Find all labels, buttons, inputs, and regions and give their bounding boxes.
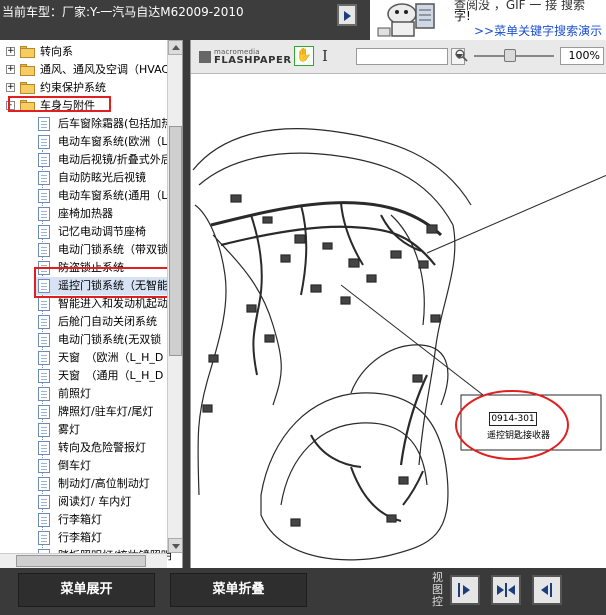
ad-link[interactable]: >>菜单关键字搜索演示 — [474, 22, 602, 39]
menu-collapse-button[interactable]: 菜单折叠 — [170, 573, 307, 607]
tree-item-label: 天窗 （通用（L_H_D — [58, 369, 164, 382]
document-icon — [38, 225, 50, 239]
tree-horizontal-scrollbar[interactable] — [0, 553, 167, 568]
document-icon — [38, 153, 50, 167]
arrow-left-icon — [541, 585, 548, 595]
document-icon — [38, 513, 50, 527]
text-select-icon[interactable]: I — [322, 46, 336, 66]
zoom-slider-knob[interactable] — [504, 49, 516, 62]
tree-item-label: 记忆电动调节座椅 — [58, 225, 146, 238]
expand-icon[interactable]: + — [6, 65, 15, 74]
flashpaper-logo: macromedia FLASHPAPER — [199, 48, 291, 67]
tree-item-label: 电动门锁系统（带双锁 — [58, 243, 168, 256]
folder-icon — [20, 82, 36, 94]
document-icon — [38, 405, 50, 419]
ad-mid-text: 字! — [454, 9, 471, 23]
expand-icon[interactable]: + — [6, 47, 15, 56]
document-icon — [38, 117, 50, 131]
arrow-right-icon — [497, 585, 504, 595]
hand-tool-icon[interactable]: ✋ — [294, 46, 314, 66]
bottom-bar: 菜单展开 菜单折叠 视图控 — [0, 568, 606, 615]
tree-item-label: 后车窗除霜器(包括加热 — [58, 117, 173, 130]
document-viewer: macromedia FLASHPAPER ✋ I 100% 0914-301 … — [190, 40, 606, 568]
tree-item-label: 转向系 — [40, 45, 73, 58]
tree-item-label: 阅读灯/ 车内灯 — [58, 495, 132, 508]
toggle-panel-button[interactable] — [337, 4, 357, 26]
scroll-thumb[interactable] — [169, 126, 182, 356]
tree-item-label: 雾灯 — [58, 423, 80, 436]
top-bar: 当前车型：厂家:Y-一汽马自达M62009-2010 查阅没 ，GIF 一 接 … — [0, 0, 606, 40]
document-icon — [38, 351, 50, 365]
document-icon — [38, 333, 50, 347]
tree-item-label: 天窗 （欧洲（L_H_D — [58, 351, 164, 364]
tree-item-label: 电动车窗系统(通用（L — [58, 189, 168, 202]
tree-vertical-scrollbar[interactable] — [167, 40, 182, 553]
tree-item-label: 制动灯/高位制动灯 — [58, 477, 150, 490]
document-icon — [38, 297, 50, 311]
document-icon — [38, 423, 50, 437]
document-icon — [38, 171, 50, 185]
document-icon — [38, 243, 50, 257]
folder-icon — [20, 64, 36, 76]
highlight-box — [8, 96, 111, 112]
zoom-level[interactable]: 100% — [560, 47, 604, 65]
tree-item-label: 行李箱灯 — [58, 513, 102, 526]
document-icon — [38, 135, 50, 149]
tree-item-label: 自动防眩光后视镜 — [58, 171, 146, 184]
view-expand-right-button[interactable] — [450, 575, 480, 605]
vehicle-title: 当前车型：厂家:Y-一汽马自达M62009-2010 — [2, 5, 244, 19]
document-icon — [38, 315, 50, 329]
tree-item-label: 座椅加热器 — [58, 207, 113, 220]
mascot-icon — [372, 0, 448, 40]
tree-item-label: 后舱门自动关闭系统 — [58, 315, 157, 328]
scroll-up-icon[interactable] — [168, 40, 182, 55]
app-window: 当前车型：厂家:Y-一汽马自达M62009-2010 查阅没 ，GIF 一 接 … — [0, 0, 606, 615]
tree-item-label: 转向及危险警报灯 — [58, 441, 146, 454]
ad-top-text: 查阅没 ，GIF 一 接 搜索 — [454, 0, 585, 12]
tree-item-label: 牌照灯/驻车灯/尾灯 — [58, 405, 154, 418]
scroll-thumb[interactable] — [16, 555, 146, 567]
flashpaper-logo-icon — [199, 51, 211, 63]
document-icon — [38, 441, 50, 455]
document-icon — [38, 207, 50, 221]
menu-expand-button[interactable]: 菜单展开 — [18, 573, 155, 607]
document-icon — [38, 531, 50, 545]
document-icon — [38, 387, 50, 401]
scroll-down-icon[interactable] — [168, 538, 182, 553]
view-split-button[interactable] — [491, 575, 521, 605]
tree-item-label: 约束保护系统 — [40, 81, 106, 94]
arrow-right-icon — [463, 585, 470, 595]
tree-item-label: 倒车灯 — [58, 459, 91, 472]
tree-item-label: 前照灯 — [58, 387, 91, 400]
tree-item-label: 电动后视镜/折叠式外后 — [58, 153, 172, 166]
document-icon — [38, 369, 50, 383]
viewer-toolbar: macromedia FLASHPAPER ✋ I 100% — [191, 40, 606, 74]
folder-icon — [20, 46, 36, 58]
page-search-input[interactable] — [356, 48, 448, 65]
arrow-left-icon — [508, 585, 515, 595]
menu-tree: + 转向系 + 通风、通风及空调（HVAC + 约束保护系统 - 车身与附件 后… — [0, 40, 183, 568]
tree-item-label: 电动门锁系统(无双锁 — [58, 333, 162, 346]
document-icon — [38, 477, 50, 491]
tree-item-label: 电动车窗系统(欧洲（L — [58, 135, 168, 148]
highlight-box — [34, 267, 171, 298]
callout-code: 0914-301 — [489, 412, 537, 426]
wiring-diagram[interactable] — [191, 75, 606, 568]
document-icon — [38, 189, 50, 203]
document-icon — [38, 495, 50, 509]
callout-label: 遥控钥匙接收器 — [487, 431, 551, 441]
document-icon — [38, 459, 50, 473]
zoom-icon[interactable] — [455, 49, 468, 62]
tree-item-label: 通风、通风及空调（HVAC — [40, 63, 170, 76]
view-expand-left-button[interactable] — [532, 575, 562, 605]
arrow-right-icon — [344, 11, 351, 21]
view-control-label: 视图控 — [432, 571, 443, 608]
tree-item-label: 行李箱灯 — [58, 531, 102, 544]
expand-icon[interactable]: + — [6, 83, 15, 92]
ad-banner[interactable]: 查阅没 ，GIF 一 接 搜索 字! >>菜单关键字搜索演示 — [370, 0, 606, 40]
